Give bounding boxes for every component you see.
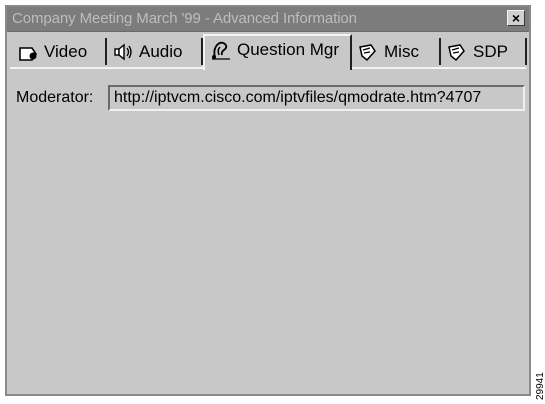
moderator-label: Moderator: <box>16 89 94 106</box>
misc-icon <box>359 43 376 61</box>
close-button[interactable]: × <box>507 10 525 26</box>
tab-misc[interactable]: Misc <box>352 38 441 65</box>
window-title: Company Meeting March '99 - Advanced Inf… <box>12 10 357 27</box>
close-icon: × <box>511 10 521 26</box>
tab-label: SDP <box>473 41 508 61</box>
moderator-url-field[interactable] <box>108 85 525 111</box>
tab-label: Audio <box>139 41 183 61</box>
figure-id-watermark: 29941 <box>535 360 545 400</box>
tab-video[interactable]: Video <box>12 38 107 65</box>
question-mgr-panel: Moderator: <box>10 67 526 391</box>
tab-audio[interactable]: Audio <box>107 38 203 65</box>
tab-label: Video <box>44 41 88 61</box>
title-bar[interactable]: Company Meeting March '99 - Advanced Inf… <box>7 7 529 32</box>
tab-question-mgr[interactable]: Question Mgr <box>203 34 352 70</box>
video-icon <box>19 46 37 61</box>
advanced-info-window: Company Meeting March '99 - Advanced Inf… <box>5 5 531 396</box>
speaker-icon <box>114 43 132 60</box>
figure-id-text: 29941 <box>535 372 545 400</box>
tab-label: Misc <box>384 41 419 61</box>
tab-sdp[interactable]: SDP <box>441 38 527 65</box>
question-mgr-icon <box>212 41 230 60</box>
sdp-icon <box>448 43 465 61</box>
tab-strip: Video Audio Question Mgr Misc SDP <box>10 34 527 70</box>
tab-label: Question Mgr <box>237 40 340 59</box>
